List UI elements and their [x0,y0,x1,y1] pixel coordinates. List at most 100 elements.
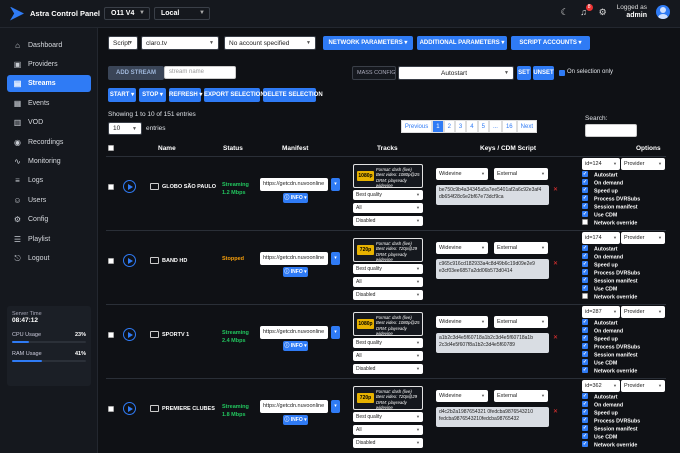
cdm-select[interactable]: Widevine ▼ [436,242,488,254]
track-select[interactable]: Disabled ▼ [353,216,423,226]
manifest-input[interactable]: https://getcdn.nuvoonline [260,178,328,191]
option-checkbox[interactable]: ✓ [582,433,588,439]
option-checkbox[interactable]: ✓ [582,417,588,423]
column-header-tracks[interactable]: Tracks [377,145,398,152]
play-icon[interactable] [123,328,136,341]
cdm-select[interactable]: Widevine ▼ [436,390,488,402]
option-checkbox[interactable]: ✓ [582,409,588,415]
keys-textarea[interactable]: d4c2b2a1987654321 0fedcba9876543210 fedc… [436,407,549,427]
sidebar-item-vod[interactable]: ▥ VOD [7,114,91,131]
option-item[interactable]: ✓ Autostart [582,245,618,252]
key-source-select[interactable]: External ▼ [494,390,548,402]
unset-button[interactable]: UNSET [533,66,554,80]
server-select[interactable]: O11 V4 ▼ [104,7,150,20]
key-remove-icon[interactable]: ✕ [553,185,569,205]
option-checkbox[interactable]: ✓ [582,277,588,283]
manifest-dropdown-button[interactable]: ▾ [331,326,340,339]
on-selection-checkbox[interactable] [559,70,565,76]
page-button[interactable]: 2 [443,120,455,133]
provider-select[interactable]: Provider ▼ [621,158,665,170]
option-checkbox[interactable]: ✓ [582,327,588,333]
delete-selection-button[interactable]: DELETE SELECTION [263,88,323,102]
info-button[interactable]: ⓘ INFO ▾ [283,193,308,203]
row-checkbox[interactable] [108,184,114,190]
column-header-status[interactable]: Status [223,145,243,152]
option-item[interactable]: ✓ On demand [582,253,623,260]
option-item[interactable]: ✓ Speed up [582,409,618,416]
script-accounts-button[interactable]: SCRIPT ACCOUNTS ▾ [511,36,590,50]
track-select[interactable]: Best quality ▼ [353,264,423,274]
page-button[interactable]: Previous [400,120,433,133]
stream-name-input[interactable]: stream name [164,66,236,79]
option-item[interactable]: ✓ Session manifest [582,425,638,432]
track-select[interactable]: Disabled ▼ [353,364,423,374]
option-item[interactable]: ✓ Speed up [582,261,618,268]
option-item[interactable]: ✓ Session manifest [582,277,638,284]
manifest-dropdown-button[interactable]: ▾ [331,178,340,191]
sidebar-item-logout[interactable]: ⎋ Logout [7,250,91,267]
key-source-select[interactable]: External ▼ [494,242,548,254]
option-item[interactable]: ✓ Network override [582,441,637,448]
option-item[interactable]: ✓ Use CDM [582,359,617,366]
option-item[interactable]: ✓ Speed up [582,335,618,342]
option-checkbox[interactable]: ✓ [582,211,588,217]
track-select[interactable]: All ▼ [353,351,423,361]
option-item[interactable]: ✓ On demand [582,327,623,334]
avatar[interactable] [656,5,670,19]
track-select[interactable]: Best quality ▼ [353,190,423,200]
key-source-select[interactable]: External ▼ [494,168,548,180]
play-icon[interactable] [123,180,136,193]
option-checkbox[interactable]: ✓ [582,351,588,357]
option-checkbox[interactable]: ✓ [582,359,588,365]
bell-icon[interactable]: ♫ 8 [579,4,593,17]
page-button[interactable]: 1 [432,120,444,133]
id-select[interactable]: id=287 ▼ [582,306,620,318]
page-button[interactable]: 4 [466,120,478,133]
option-checkbox[interactable] [582,293,588,299]
manifest-dropdown-button[interactable]: ▾ [331,252,340,265]
info-button[interactable]: ⓘ INFO ▾ [283,341,308,351]
option-checkbox[interactable]: ✓ [582,335,588,341]
option-item[interactable]: ✓ Process DVRSubs [582,343,640,350]
option-checkbox[interactable]: ✓ [582,261,588,267]
option-checkbox[interactable]: ✓ [582,253,588,259]
page-size-select[interactable]: 10 ▼ [108,122,142,135]
column-header-options[interactable]: Options [636,145,661,152]
option-checkbox[interactable]: ✓ [582,195,588,201]
track-select[interactable]: All ▼ [353,277,423,287]
option-checkbox[interactable]: ✓ [582,269,588,275]
moon-icon[interactable]: ☾ [560,7,570,17]
page-button[interactable]: 5 [477,120,489,133]
option-item[interactable]: ✓ Autostart [582,171,618,178]
row-checkbox[interactable] [108,258,114,264]
option-item[interactable]: ✓ Use CDM [582,285,617,292]
track-select[interactable]: All ▼ [353,203,423,213]
sidebar-item-recordings[interactable]: ◉ Recordings [7,134,91,151]
stop-button[interactable]: STOP ▾ [139,88,166,102]
page-button[interactable]: ... [488,120,502,133]
option-checkbox[interactable]: ✓ [582,367,588,373]
provider-select[interactable]: Provider ▼ [621,232,665,244]
option-item[interactable]: ✓ Process DVRSubs [582,417,640,424]
option-checkbox[interactable] [582,219,588,225]
option-checkbox[interactable]: ✓ [582,441,588,447]
sidebar-item-providers[interactable]: ▣ Providers [7,56,91,73]
id-select[interactable]: id=174 ▼ [582,232,620,244]
account-select[interactable]: No account specified ▼ [224,36,316,50]
option-item[interactable]: Network override [582,219,637,226]
option-checkbox[interactable]: ✓ [582,425,588,431]
export-selection-button[interactable]: EXPORT SELECTION [204,88,265,102]
keys-textarea[interactable]: c965c916cd182933a4c8d49b6c19d09e2e9 e3cf… [436,259,549,279]
gear-icon[interactable]: ⚙ [598,7,608,17]
sidebar-item-users[interactable]: ☺ Users [7,192,91,209]
select-all-checkbox[interactable] [108,145,114,151]
additional-parameters-button[interactable]: ADDITIONAL PARAMETERS ▾ [417,36,507,50]
provider-select[interactable]: Provider ▼ [621,306,665,318]
key-remove-icon[interactable]: ✕ [553,333,569,353]
play-icon[interactable] [123,402,136,415]
add-stream-button[interactable]: ADD STREAM [108,66,164,80]
option-item[interactable]: ✓ Process DVRSubs [582,269,640,276]
track-select[interactable]: Disabled ▼ [353,438,423,448]
page-button[interactable]: Next [516,120,537,133]
manifest-input[interactable]: https://getcdn.nuvoonline [260,252,328,265]
